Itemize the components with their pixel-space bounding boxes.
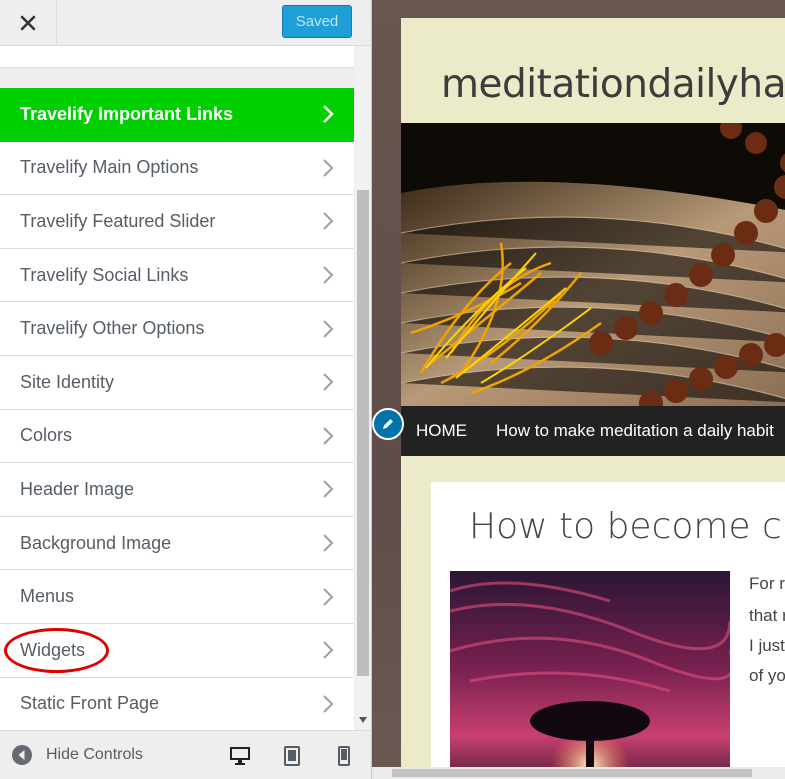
section-label: Travelify Main Options	[20, 157, 199, 178]
section-label: Travelify Important Links	[20, 103, 234, 124]
nav-home-link[interactable]: HOME	[416, 421, 467, 441]
chevron-right-icon	[323, 266, 334, 284]
chevron-right-icon	[323, 105, 334, 124]
saved-button[interactable]: Saved	[282, 5, 352, 38]
sunset-tree-image	[450, 571, 730, 779]
post-excerpt-line: that r	[749, 606, 785, 625]
chevron-right-icon	[323, 587, 334, 606]
section-label: Site Identity	[20, 371, 115, 392]
hide-controls-label: Hide Controls	[46, 746, 143, 763]
preview-horizontal-scrollbar[interactable]	[372, 767, 785, 779]
customizer-header: Saved	[0, 0, 371, 46]
section-travelify-other-options[interactable]: Travelify Other Options	[0, 302, 354, 356]
desktop-icon	[230, 747, 250, 765]
mobile-icon	[338, 746, 350, 766]
chevron-right-icon	[323, 159, 334, 177]
section-label: Travelify Social Links	[20, 264, 189, 285]
section-header-image[interactable]: Header Image	[0, 463, 354, 517]
section-travelify-main-options[interactable]: Travelify Main Options	[0, 141, 354, 196]
post-title[interactable]: How to become cre	[469, 506, 785, 547]
scroll-down-arrow[interactable]	[355, 712, 371, 728]
customizer-footer: Hide Controls	[0, 730, 371, 779]
section-menus[interactable]: Menus	[0, 570, 354, 624]
section-label: Widgets	[20, 639, 86, 660]
post-excerpt-line: For r	[749, 574, 785, 593]
preview-scrollbar-thumb[interactable]	[392, 769, 752, 777]
header-image	[401, 123, 785, 406]
post-excerpt-line: I just	[749, 636, 785, 655]
post-featured-image	[450, 571, 730, 779]
section-label: Travelify Other Options	[20, 318, 205, 339]
tablet-icon	[284, 746, 300, 766]
section-colors[interactable]: Colors	[0, 409, 354, 464]
post-excerpt-line: of yo	[749, 666, 785, 685]
hide-controls-button[interactable]: Hide Controls	[12, 745, 143, 765]
close-icon	[20, 15, 36, 31]
section-static-front-page[interactable]: Static Front Page	[0, 677, 354, 732]
tablet-preview-button[interactable]	[279, 743, 305, 769]
section-travelify-important-links[interactable]: Travelify Important Links	[0, 88, 354, 142]
chevron-right-icon	[323, 427, 334, 445]
customizer-panel: Saved Travelify Important Links Travelif…	[0, 0, 372, 779]
section-travelify-social-links[interactable]: Travelify Social Links	[0, 248, 354, 303]
chevron-right-icon	[323, 373, 334, 391]
collapse-arrow-icon	[12, 745, 32, 765]
section-travelify-featured-slider[interactable]: Travelify Featured Slider	[0, 195, 354, 249]
sidebar-scrollbar-thumb[interactable]	[357, 190, 369, 676]
section-site-identity[interactable]: Site Identity	[0, 355, 354, 410]
section-label: Menus	[20, 586, 75, 607]
section-label: Static Front Page	[20, 693, 160, 714]
edit-shortcut-button[interactable]	[372, 408, 404, 440]
chevron-right-icon	[323, 480, 334, 499]
section-background-image[interactable]: Background Image	[0, 516, 354, 571]
post-card: How to become cre For r that r I just of…	[431, 482, 785, 779]
mobile-preview-button[interactable]	[331, 743, 357, 769]
section-label: Travelify Featured Slider	[20, 210, 216, 231]
prayer-beads-image	[401, 123, 785, 406]
pencil-icon	[383, 419, 393, 429]
site-title[interactable]: meditationdailyhab	[441, 62, 785, 107]
close-button[interactable]	[0, 0, 57, 46]
desktop-preview-button[interactable]	[227, 743, 253, 769]
section-label: Header Image	[20, 478, 135, 499]
chevron-right-icon	[323, 319, 334, 338]
nav-post-link[interactable]: How to make meditation a daily habit	[496, 421, 774, 441]
customizer-sections-list: Travelify Important Links Travelify Main…	[0, 88, 354, 732]
site-preview: meditationdailyhab HOME How to make medi…	[372, 0, 785, 779]
chevron-right-icon	[323, 695, 334, 713]
chevron-right-icon	[323, 534, 334, 552]
section-label: Background Image	[20, 532, 172, 553]
caret-down-icon	[359, 717, 367, 723]
site-navigation: HOME How to make meditation a daily habi…	[401, 406, 785, 456]
chevron-right-icon	[323, 641, 334, 659]
section-widgets[interactable]: Widgets	[0, 623, 354, 678]
chevron-right-icon	[323, 212, 334, 231]
previous-section-stub	[0, 46, 354, 68]
section-label: Colors	[20, 425, 73, 446]
